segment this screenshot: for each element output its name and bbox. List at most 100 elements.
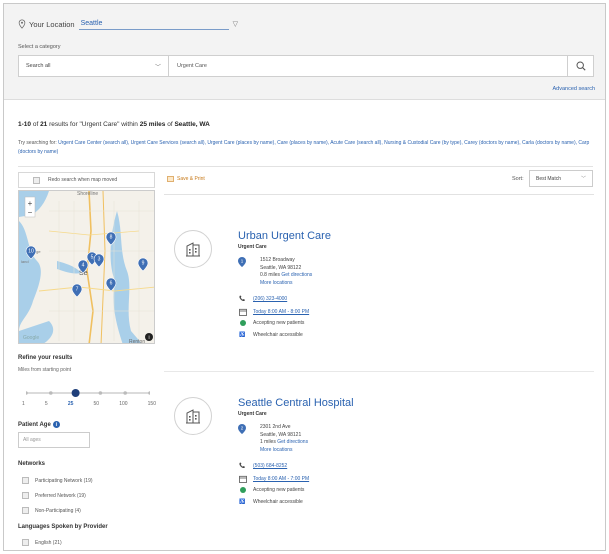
network-option-label: Non-Participating (4)	[35, 507, 81, 514]
suggestion-link[interactable]: Acute Care (search all),	[330, 140, 383, 146]
slider-tick[interactable]	[26, 391, 28, 395]
map-canvas[interactable]: Shoreline Se idge land Renton Google + −…	[19, 191, 155, 344]
map-marker-label: 9	[142, 261, 145, 267]
city-address: Seattle, WA 98121	[260, 431, 302, 438]
network-checkbox[interactable]	[22, 477, 29, 484]
suggestion-link[interactable]: Carey (doctors by name),	[464, 140, 520, 146]
distance-slider[interactable]	[26, 388, 150, 398]
results-map[interactable]: Shoreline Se idge land Renton Google + −…	[18, 190, 155, 344]
zoom-out-button[interactable]: −	[28, 208, 33, 217]
redo-search-toggle[interactable]: Redo search when map moved	[18, 172, 155, 188]
check-circle-icon	[238, 487, 247, 493]
card-divider	[164, 371, 594, 372]
provider-name-link[interactable]: Urban Urgent Care	[238, 230, 331, 242]
slider-tick[interactable]	[49, 391, 53, 395]
search-bar: Search all ﹀ Urgent Care	[18, 55, 594, 77]
building-glyph	[186, 242, 200, 257]
wheelchair-row: ♿ Wheelchair accessible	[238, 332, 303, 338]
results-of: of	[32, 121, 39, 128]
map-info-icon-glyph: i	[148, 335, 149, 341]
results-of-2: of	[167, 121, 173, 128]
calendar-icon	[238, 475, 247, 483]
save-print-label: Save & Print	[177, 176, 205, 182]
try-searching: Try searching for: Urgent Care Center (s…	[18, 139, 598, 157]
provider-type: Urgent Care	[238, 244, 267, 250]
more-locations-link[interactable]: More locations	[260, 280, 293, 286]
results-summary: 1-10 of 21 results for "Urgent Care" wit…	[18, 121, 210, 128]
suggestion-link[interactable]: Urgent Care (places by name),	[207, 140, 275, 146]
language-option[interactable]: English (21)	[22, 539, 62, 546]
phone-row: 📞 (206) 323-4000	[238, 296, 287, 302]
hours-link[interactable]: Today 8:00 AM - 7:00 PM	[253, 476, 309, 482]
network-option-label: Participating Network (19)	[35, 477, 93, 484]
patient-age-input[interactable]: All ages	[18, 432, 90, 448]
network-option-label: Preferred Network (19)	[35, 492, 86, 499]
more-locations-link[interactable]: More locations	[260, 447, 293, 453]
network-checkbox[interactable]	[22, 507, 29, 514]
network-option[interactable]: Non-Participating (4)	[22, 507, 81, 514]
phone-link[interactable]: (206) 323-4000	[253, 296, 287, 302]
redo-search-checkbox[interactable]	[33, 176, 40, 184]
map-marker-icon: 2	[238, 424, 246, 434]
suggestion-link[interactable]: Nursing & Custodial Care (by type),	[384, 140, 463, 146]
network-option[interactable]: Preferred Network (19)	[22, 492, 86, 499]
slider-handle[interactable]	[71, 389, 80, 397]
slider-label-selected: 25	[67, 401, 74, 407]
check-circle-icon	[238, 320, 247, 326]
map-marker-icon: 1	[238, 257, 246, 267]
network-option[interactable]: Participating Network (19)	[22, 477, 93, 484]
map-place-label: Renton	[129, 339, 145, 344]
info-icon[interactable]: i	[52, 421, 60, 428]
map-marker-label: 5	[91, 255, 94, 261]
suggestion-link[interactable]: Urgent Care Services (search all),	[131, 140, 206, 146]
map-place-label: land	[21, 259, 29, 264]
wheelchair-text: Wheelchair accessible	[253, 499, 303, 505]
map-marker-label: 8	[110, 235, 113, 241]
slider-tick[interactable]	[123, 391, 127, 395]
phone-icon: 📞	[239, 463, 246, 469]
calendar-icon	[238, 308, 247, 316]
category-value: Search all	[26, 63, 51, 69]
advanced-search-link[interactable]: Advanced search	[553, 86, 596, 92]
slider-tick[interactable]	[148, 391, 150, 395]
hours-row: Today 8:00 AM - 7:00 PM	[238, 475, 309, 483]
distance: 0.8 miles	[260, 272, 281, 279]
networks-title: Networks	[18, 461, 46, 467]
street-address: 1512 Broadway	[260, 257, 295, 263]
patient-age-text: Patient Age	[18, 421, 51, 428]
location-input[interactable]: Seattle	[78, 18, 229, 30]
page-frame: Your Location Seattle ▽ Select a categor…	[3, 3, 606, 551]
redo-search-label: Redo search when map moved	[48, 177, 118, 183]
phone-link[interactable]: (503) 684-8252	[253, 463, 287, 469]
results-miles: 25 miles	[139, 121, 166, 128]
category-select[interactable]: Search all ﹀	[19, 56, 169, 76]
wheelchair-text: Wheelchair accessible	[253, 332, 303, 338]
slider-label: 5	[44, 401, 48, 407]
accepting-text: Accepting new patients	[253, 487, 305, 493]
slider-tick[interactable]	[98, 391, 103, 395]
language-checkbox[interactable]	[22, 539, 29, 546]
suggestion-link[interactable]: Care (places by name),	[277, 140, 329, 146]
sort-label: Sort:	[512, 176, 524, 182]
slider-label: 100	[119, 401, 128, 407]
category-label: Select a category	[18, 44, 61, 50]
provider-name-link[interactable]: Seattle Central Hospital	[238, 397, 354, 409]
miles-label: Miles from starting point	[18, 367, 72, 373]
search-button[interactable]	[567, 56, 593, 76]
accepting-row: Accepting new patients	[238, 320, 304, 326]
search-input[interactable]: Urgent Care	[169, 56, 567, 76]
provider-type: Urgent Care	[238, 411, 267, 417]
suggestion-link[interactable]: Urgent Care Center (search all),	[58, 140, 129, 146]
city-address: Seattle, WA 98122	[260, 264, 302, 271]
zoom-in-button[interactable]: +	[28, 199, 33, 208]
address-block: 2301 2nd Ave Seattle, WA 98121 1 miles G…	[260, 424, 308, 454]
network-checkbox[interactable]	[22, 492, 29, 499]
get-directions-link[interactable]: Get directions	[281, 272, 312, 278]
get-directions-link[interactable]: Get directions	[277, 439, 308, 445]
sort-select[interactable]: Best Match ﹀	[529, 170, 593, 187]
hours-link[interactable]: Today 8:00 AM - 8:00 PM	[253, 309, 309, 315]
suggestion-link[interactable]: Carla (doctors by name),	[522, 140, 577, 146]
location-dropdown-icon[interactable]: ▽	[233, 20, 238, 28]
search-panel: Your Location Seattle ▽ Select a categor…	[4, 4, 605, 100]
save-print-button[interactable]: Save & Print	[167, 176, 205, 182]
